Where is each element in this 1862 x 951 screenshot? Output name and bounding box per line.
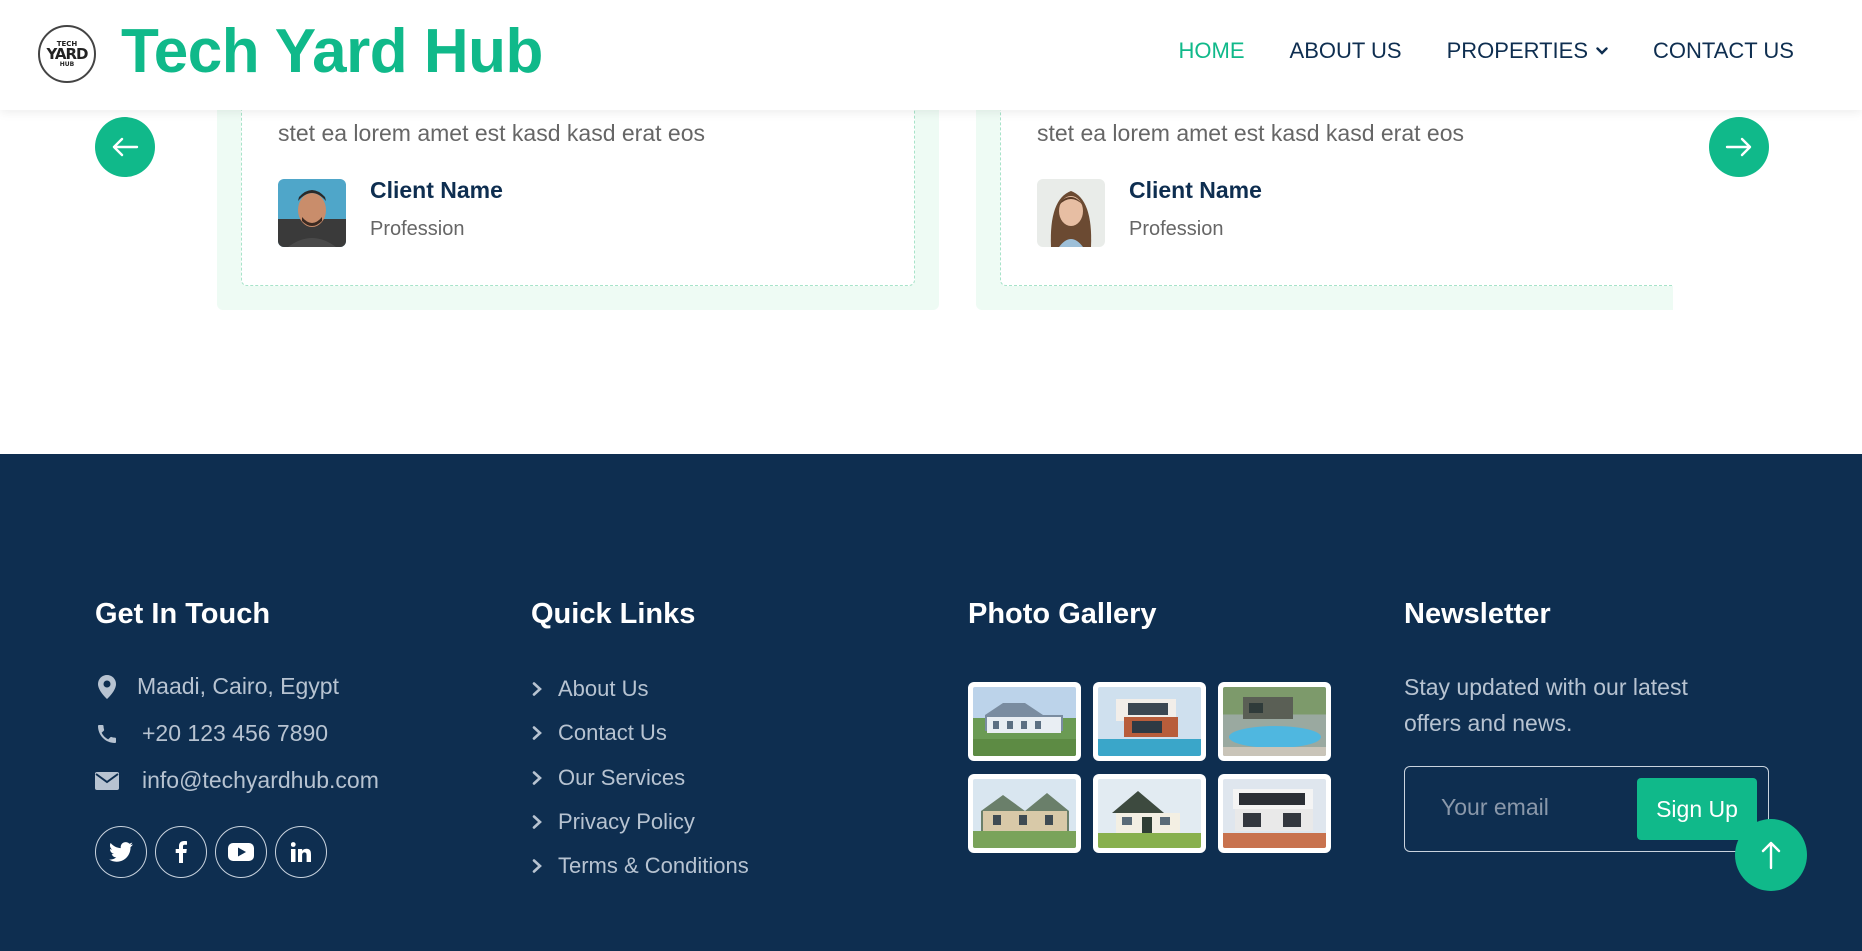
- newsletter-form: Your email Sign Up: [1404, 766, 1769, 852]
- chevron-right-icon: [532, 682, 542, 696]
- quick-link-label: About Us: [558, 676, 649, 701]
- nav-home[interactable]: HOME: [1179, 38, 1245, 64]
- nav-about-us[interactable]: ABOUT US: [1290, 38, 1402, 64]
- quick-link-privacy-policy[interactable]: Privacy Policy: [531, 809, 695, 835]
- chevron-down-icon: [1596, 47, 1608, 55]
- chevron-right-icon: [532, 771, 542, 785]
- quick-links-title: Quick Links: [531, 598, 696, 630]
- logo-text-main: YARD: [46, 45, 88, 64]
- contact-address-text: Maadi, Cairo, Egypt: [137, 673, 339, 699]
- quick-link-label: Contact Us: [558, 720, 667, 745]
- quick-link-terms[interactable]: Terms & Conditions: [531, 853, 749, 879]
- quick-link-contact-us[interactable]: Contact Us: [531, 720, 667, 746]
- testimonial-text: stet ea lorem amet est kasd kasd erat eo…: [278, 120, 705, 146]
- contact-phone-text[interactable]: +20 123 456 7890: [142, 720, 328, 747]
- nav-contact-us[interactable]: CONTACT US: [1653, 38, 1794, 64]
- nav-about-us-label: ABOUT US: [1289, 38, 1402, 63]
- linkedin-button[interactable]: [275, 826, 327, 878]
- quick-link-label: Terms & Conditions: [558, 853, 749, 878]
- quick-link-label: Our Services: [558, 765, 686, 790]
- testimonial-text: stet ea lorem amet est kasd kasd erat eo…: [1037, 120, 1464, 146]
- contact-address: Maadi, Cairo, Egypt: [95, 673, 339, 700]
- nav-properties[interactable]: PROPERTIES: [1447, 38, 1608, 64]
- site-footer: Get In Touch Maadi, Cairo, Egypt +20 123…: [0, 454, 1862, 951]
- carousel-prev-button[interactable]: [95, 117, 155, 177]
- contact-email-text[interactable]: info@techyardhub.com: [142, 767, 379, 794]
- contact-title: Get In Touch: [95, 598, 271, 630]
- nav-properties-label: PROPERTIES: [1446, 38, 1589, 63]
- client-profession: Profession: [370, 218, 465, 240]
- nav-contact-us-label: CONTACT US: [1653, 38, 1794, 63]
- main-nav: HOME ABOUT US PROPERTIES CONTACT US: [1134, 38, 1794, 64]
- logo[interactable]: TECH YARD HUB: [38, 25, 96, 83]
- gallery-photo[interactable]: [1093, 774, 1206, 853]
- youtube-button[interactable]: [215, 826, 267, 878]
- client-name: Client Name: [1129, 177, 1262, 203]
- contact-phone: +20 123 456 7890: [95, 720, 328, 747]
- phone-icon: [95, 722, 119, 746]
- newsletter-title: Newsletter: [1404, 598, 1551, 630]
- client-avatar: [1037, 179, 1105, 247]
- quick-link-about-us[interactable]: About Us: [531, 676, 649, 702]
- quick-link-label: Privacy Policy: [558, 809, 695, 834]
- gallery-photo[interactable]: [1218, 774, 1331, 853]
- contact-email: info@techyardhub.com: [95, 767, 379, 794]
- envelope-icon: [95, 769, 119, 793]
- brand-name[interactable]: Tech Yard Hub: [121, 16, 543, 87]
- gallery-photo[interactable]: [1218, 682, 1331, 761]
- chevron-right-icon: [532, 726, 542, 740]
- youtube-icon: [228, 843, 254, 861]
- gallery-photo[interactable]: [968, 682, 1081, 761]
- logo-text-bottom: HUB: [59, 60, 75, 68]
- carousel-next-button[interactable]: [1709, 117, 1769, 177]
- site-header: TECH YARD HUB Tech Yard Hub HOME ABOUT U…: [0, 0, 1862, 110]
- newsletter-text: Stay updated with our latest offers and …: [1404, 674, 1688, 736]
- chevron-right-icon: [532, 859, 542, 873]
- linkedin-icon: [291, 842, 311, 862]
- facebook-icon: [175, 841, 187, 863]
- nav-home-label: HOME: [1178, 38, 1245, 63]
- quick-link-our-services[interactable]: Our Services: [531, 765, 685, 791]
- gallery-title: Photo Gallery: [968, 598, 1157, 630]
- client-profession: Profession: [1129, 218, 1224, 240]
- client-avatar: [278, 179, 346, 247]
- arrow-left-icon: [112, 137, 139, 157]
- twitter-icon: [109, 842, 133, 862]
- facebook-button[interactable]: [155, 826, 207, 878]
- gallery-photo[interactable]: [1093, 682, 1206, 761]
- sign-up-button[interactable]: Sign Up: [1637, 778, 1757, 840]
- twitter-button[interactable]: [95, 826, 147, 878]
- chevron-right-icon: [532, 815, 542, 829]
- newsletter-email-input[interactable]: Your email: [1441, 794, 1549, 821]
- gallery-photo[interactable]: [968, 774, 1081, 853]
- arrow-right-icon: [1725, 137, 1752, 157]
- map-marker-icon: [95, 674, 119, 699]
- back-to-top-button[interactable]: [1735, 819, 1807, 891]
- client-name: Client Name: [370, 177, 503, 203]
- arrow-up-icon: [1761, 841, 1781, 870]
